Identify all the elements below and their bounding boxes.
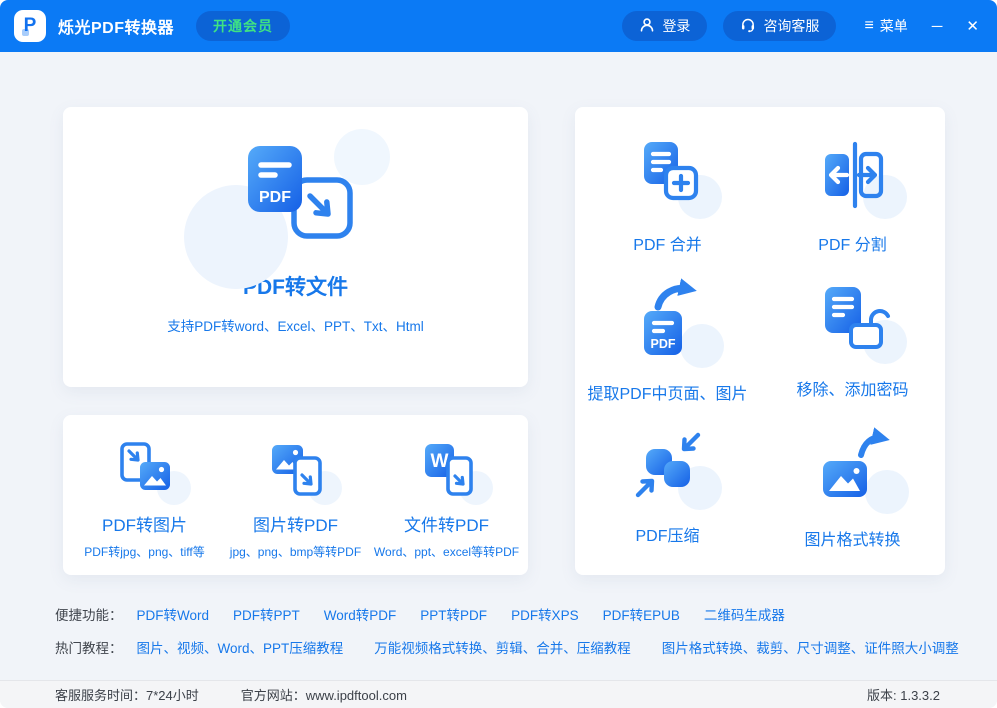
menu-button[interactable]: ≡ 菜单 <box>864 16 907 36</box>
left-column: PDF PDF转文件 支持PDF转word、Excel、PPT、Txt、Html <box>63 107 528 575</box>
minimize-button[interactable]: ─ <box>932 19 943 34</box>
tutorial-video[interactable]: 万能视频格式转换、剪辑、合并、压缩教程 <box>374 637 631 657</box>
app-title: 烁光PDF转换器 <box>58 14 174 38</box>
pdf-split-icon <box>813 136 893 217</box>
svg-text:PDF: PDF <box>259 189 291 206</box>
service-time: 客服服务时间：7*24小时 <box>55 685 199 704</box>
close-button[interactable]: ✕ <box>966 19 979 34</box>
file-to-pdf-icon: W <box>415 439 479 503</box>
image-to-pdf-icon <box>264 439 328 503</box>
pdf-extract-item[interactable]: PDF 提取PDF中页面、图片 <box>575 268 760 413</box>
pdf-merge-label: PDF 合并 <box>633 231 701 255</box>
image-to-pdf-item[interactable]: 图片转PDF jpg、png、bmp等转PDF <box>220 439 371 575</box>
link-pdf-to-xps[interactable]: PDF转XPS <box>511 604 579 624</box>
password-icon <box>813 281 893 362</box>
svg-text:W: W <box>430 451 448 472</box>
tools-card: PDF 合并 PDF 分割 <box>575 107 945 575</box>
quick-links-row: 便捷功能： PDF转Word PDF转PPT Word转PDF PPT转PDF … <box>55 604 997 624</box>
version-label: 版本: 1.3.3.2 <box>867 685 940 704</box>
pdf-compress-item[interactable]: PDF压缩 <box>575 414 760 559</box>
link-pdf-to-word[interactable]: PDF转Word <box>137 604 210 624</box>
app-window: P 烁光PDF转换器 开通会员 登录 咨询客服 ≡ 菜单 ─ ✕ <box>0 0 997 708</box>
headset-icon <box>740 17 756 36</box>
pdf-to-image-item[interactable]: PDF转图片 PDF转jpg、png、tiff等 <box>69 439 220 575</box>
link-pdf-to-epub[interactable]: PDF转EPUB <box>603 604 680 624</box>
svg-text:PDF: PDF <box>650 337 675 351</box>
status-bar: 客服服务时间：7*24小时 官方网站：www.ipdftool.com 版本: … <box>0 680 997 708</box>
app-logo: P <box>14 10 46 42</box>
image-format-icon <box>811 423 895 512</box>
link-pdf-to-ppt[interactable]: PDF转PPT <box>233 604 300 624</box>
pdf-extract-icon: PDF <box>626 277 710 366</box>
image-to-pdf-title: 图片转PDF <box>253 511 338 536</box>
main-content: PDF PDF转文件 支持PDF转word、Excel、PPT、Txt、Html <box>0 52 997 575</box>
support-button[interactable]: 咨询客服 <box>723 11 836 41</box>
minimize-icon: ─ <box>932 18 943 35</box>
link-word-to-pdf[interactable]: Word转PDF <box>324 604 397 624</box>
menu-button-label: 菜单 <box>880 16 908 36</box>
image-format-item[interactable]: 图片格式转换 <box>760 414 945 559</box>
converters-card: PDF转图片 PDF转jpg、png、tiff等 图片转PDF <box>63 415 528 575</box>
tutorials-row: 热门教程： 图片、视频、Word、PPT压缩教程 万能视频格式转换、剪辑、合并、… <box>55 637 997 657</box>
official-website: 官方网站：www.ipdftool.com <box>241 685 407 704</box>
image-to-pdf-subtitle: jpg、png、bmp等转PDF <box>230 543 361 560</box>
tutorial-image[interactable]: 图片格式转换、裁剪、尺寸调整、证件照大小调整 <box>662 637 959 657</box>
hamburger-icon: ≡ <box>864 18 873 34</box>
pdf-merge-icon <box>628 136 708 217</box>
link-qrcode-generator[interactable]: 二维码生成器 <box>704 604 785 624</box>
close-icon: ✕ <box>966 18 979 35</box>
quick-links-label: 便捷功能： <box>55 604 123 624</box>
login-button-label: 登录 <box>662 16 690 36</box>
pdf-split-item[interactable]: PDF 分割 <box>760 123 945 268</box>
password-label: 移除、添加密码 <box>796 376 908 400</box>
pdf-extract-label: 提取PDF中页面、图片 <box>587 380 747 404</box>
link-ppt-to-pdf[interactable]: PPT转PDF <box>420 604 487 624</box>
pdf-compress-label: PDF压缩 <box>635 522 699 546</box>
pdf-compress-icon <box>628 427 708 508</box>
file-to-pdf-item[interactable]: W 文件转PDF Word、ppt、excel等转PDF <box>371 439 522 575</box>
login-button[interactable]: 登录 <box>622 11 707 41</box>
support-button-label: 咨询客服 <box>763 16 819 36</box>
pdf-to-file-subtitle: 支持PDF转word、Excel、PPT、Txt、Html <box>167 315 424 335</box>
title-bar: P 烁光PDF转换器 开通会员 登录 咨询客服 ≡ 菜单 ─ ✕ <box>0 0 997 52</box>
image-format-label: 图片格式转换 <box>804 526 900 550</box>
file-to-pdf-title: 文件转PDF <box>404 511 489 536</box>
tutorial-compress[interactable]: 图片、视频、Word、PPT压缩教程 <box>137 637 344 657</box>
pdf-split-label: PDF 分割 <box>818 231 886 255</box>
pdf-to-file-icon: PDF <box>232 141 360 255</box>
pdf-merge-item[interactable]: PDF 合并 <box>575 123 760 268</box>
pdf-to-image-icon <box>113 439 177 503</box>
vip-button[interactable]: 开通会员 <box>196 11 290 41</box>
pdf-to-image-subtitle: PDF转jpg、png、tiff等 <box>84 543 205 560</box>
tutorials-label: 热门教程： <box>55 637 123 657</box>
file-to-pdf-subtitle: Word、ppt、excel等转PDF <box>374 543 519 560</box>
logo-p-icon: P <box>24 15 37 37</box>
user-icon <box>639 17 655 36</box>
pdf-to-file-card[interactable]: PDF PDF转文件 支持PDF转word、Excel、PPT、Txt、Html <box>63 107 528 387</box>
pdf-to-image-title: PDF转图片 <box>102 511 187 536</box>
password-item[interactable]: 移除、添加密码 <box>760 268 945 413</box>
